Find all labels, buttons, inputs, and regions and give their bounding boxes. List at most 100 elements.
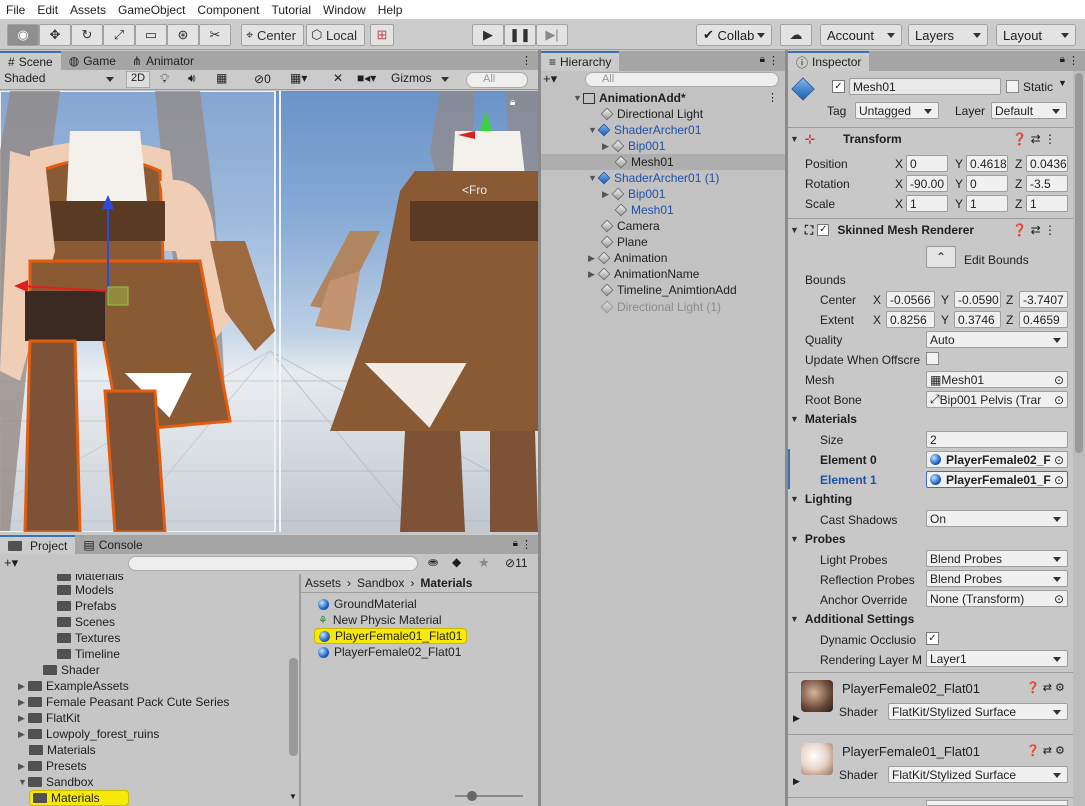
panel-menu-icon[interactable]: ⋮	[768, 54, 779, 67]
hierarchy-item[interactable]: Camera	[600, 218, 660, 234]
hierarchy-item[interactable]: Mesh01	[614, 202, 674, 218]
position-x-field[interactable]: 0	[906, 155, 948, 172]
extent-y-field[interactable]: 0.3746	[954, 311, 1001, 328]
hierarchy-item[interactable]: ▶ AnimationName	[588, 266, 699, 282]
expand-arrow-icon[interactable]: ▶	[793, 776, 800, 787]
asset-item[interactable]: PlayerFemale02_Flat01	[318, 644, 461, 660]
dynamic-occlusion-checkbox[interactable]: ✓	[926, 632, 939, 645]
tools-icon[interactable]: ✕	[333, 71, 343, 85]
folder-item[interactable]: Textures	[57, 630, 120, 646]
scene-search-input[interactable]: All	[466, 72, 528, 88]
lock-icon[interactable]: 🔒︎	[513, 538, 518, 549]
transform-tool-icon[interactable]: ⊛	[167, 24, 199, 46]
scroll-down-icon[interactable]: ▼	[289, 792, 297, 801]
grid-toggle-icon[interactable]: ▦▾	[290, 71, 307, 85]
folder-item[interactable]: Prefabs	[57, 598, 116, 614]
pivot-center-button[interactable]: ⌖ Center	[241, 24, 304, 46]
menu-gameobject[interactable]: GameObject	[112, 3, 191, 17]
folder-item[interactable]: Models	[57, 582, 114, 598]
anchor-override-field[interactable]: None (Transform) ⊙	[926, 590, 1068, 607]
scale-x-field[interactable]: 1	[906, 195, 948, 212]
tag-dropdown[interactable]: Untagged	[855, 102, 939, 119]
folder-item[interactable]: ▶ ExampleAssets	[18, 678, 129, 694]
object-picker-icon[interactable]: ⊙	[1054, 373, 1064, 387]
menu-assets[interactable]: Assets	[64, 3, 112, 17]
hierarchy-item[interactable]: ▶ Bip001	[602, 186, 665, 202]
element-0-field[interactable]: PlayerFemale02_F ⊙	[926, 451, 1068, 468]
element-1-field[interactable]: PlayerFemale01_F ⊙	[926, 471, 1068, 488]
tab-animator[interactable]: ⋔ Animator	[124, 51, 202, 71]
tab-console[interactable]: ▤ Console	[75, 535, 150, 555]
create-plus-button[interactable]: +▾	[4, 555, 18, 571]
label-icon[interactable]: ◆	[452, 555, 461, 569]
icon-size-slider[interactable]	[455, 795, 523, 797]
component-menu-icons[interactable]: ❓ ⇄ ⚙	[1026, 681, 1065, 694]
mesh-field[interactable]: ▦ Mesh01 ⊙	[926, 371, 1068, 388]
static-dropdown-icon[interactable]: ▼	[1058, 78, 1067, 88]
position-y-field[interactable]: 0.4618	[966, 155, 1008, 172]
hierarchy-item[interactable]: Plane	[600, 234, 648, 250]
gizmos-dropdown[interactable]: Gizmos	[389, 71, 455, 88]
rendering-layer-dropdown[interactable]: Layer1	[926, 650, 1068, 667]
lock-icon[interactable]: 🔒︎	[760, 54, 765, 65]
folder-item[interactable]: ▶ Presets	[18, 758, 87, 774]
additional-settings-header[interactable]: ▼ Additional Settings	[790, 609, 914, 629]
rotation-z-field[interactable]: -3.5	[1026, 175, 1068, 192]
folder-item[interactable]: ▶ Female Peasant Pack Cute Series	[18, 694, 229, 710]
folder-item[interactable]: Scenes	[57, 614, 115, 630]
shading-mode-dropdown[interactable]: Shaded	[2, 71, 120, 88]
account-dropdown[interactable]: Account	[820, 24, 902, 46]
object-picker-icon[interactable]: ⊙	[1054, 592, 1064, 606]
rect-tool-icon[interactable]: ▭	[135, 24, 167, 46]
quality-dropdown[interactable]: Auto	[926, 331, 1068, 348]
breadcrumb-item[interactable]: Assets	[305, 576, 341, 590]
root-bone-field[interactable]: ⤢ Bip001 Pelvis (Trar ⊙	[926, 391, 1068, 408]
position-z-field[interactable]: 0.0436	[1026, 155, 1068, 172]
rotate-tool-icon[interactable]: ↻	[71, 24, 103, 46]
light-probes-dropdown[interactable]: Blend Probes	[926, 550, 1068, 567]
tab-project[interactable]: Project	[0, 535, 76, 555]
layers-dropdown[interactable]: Layers	[908, 24, 988, 46]
hierarchy-item[interactable]: ▶ Animation	[588, 250, 667, 266]
tab-hierarchy[interactable]: ≡ Hierarchy	[541, 51, 620, 71]
effects-icon[interactable]: ▦	[216, 71, 227, 85]
hierarchy-item[interactable]: Directional Light	[600, 106, 703, 122]
shader-dropdown[interactable]: FlatKit/Stylized Surface	[888, 766, 1068, 783]
transform-header[interactable]: ▼ ⊹ Transform ❓ ⇄ ⋮	[790, 129, 1070, 149]
menu-edit[interactable]: Edit	[31, 3, 64, 17]
extent-z-field[interactable]: 0.4659	[1019, 311, 1068, 328]
hidden-objects-icon[interactable]: ⊘0	[254, 72, 271, 86]
inspector-scrollbar[interactable]	[1073, 71, 1085, 806]
menu-tutorial[interactable]: Tutorial	[265, 3, 317, 17]
step-button[interactable]: ▶|	[536, 24, 568, 46]
cast-shadows-dropdown[interactable]: On	[926, 510, 1068, 527]
component-menu-icons[interactable]: ❓ ⇄ ⋮	[1012, 223, 1056, 237]
menu-help[interactable]: Help	[372, 3, 409, 17]
probes-header[interactable]: ▼ Probes	[790, 529, 846, 549]
panel-menu-icon[interactable]: ⋮	[521, 54, 532, 67]
folder-item[interactable]: ▶ FlatKit	[18, 710, 80, 726]
active-checkbox[interactable]: ✓	[832, 80, 845, 93]
edit-bounds-icon[interactable]: ⌃	[926, 246, 956, 268]
asset-item-selected[interactable]: PlayerFemale01_Flat01	[314, 628, 468, 644]
object-name-input[interactable]: Mesh01	[849, 78, 1001, 95]
materials-size-field[interactable]: 2	[926, 431, 1068, 448]
lighting-icon[interactable]: 💡︎	[160, 71, 169, 87]
panel-menu-icon[interactable]: ⋮	[1068, 54, 1079, 67]
hierarchy-search-input[interactable]: All	[585, 72, 779, 87]
folder-item[interactable]: Shader	[43, 662, 100, 678]
panel-menu-icon[interactable]: ⋮	[521, 538, 532, 551]
folder-item[interactable]: ▼ Sandbox	[18, 774, 93, 790]
menu-file[interactable]: File	[0, 3, 31, 17]
lock-icon[interactable]: 🔒︎	[1060, 54, 1065, 65]
object-picker-icon[interactable]: ⊙	[1053, 392, 1064, 407]
folder-item[interactable]: Timeline	[57, 646, 120, 662]
layer-dropdown[interactable]: Default	[991, 102, 1067, 119]
center-x-field[interactable]: -0.0566	[886, 291, 935, 308]
hierarchy-item-disabled[interactable]: Directional Light (1)	[600, 299, 721, 315]
folder-item-selected[interactable]: Materials	[29, 790, 129, 806]
materials-header[interactable]: ▼ Materials	[790, 409, 857, 429]
tab-scene[interactable]: # Scene	[0, 51, 61, 71]
hierarchy-item-selected[interactable]: Mesh01	[614, 154, 674, 170]
camera-icon[interactable]: ■◂▾	[357, 71, 376, 85]
